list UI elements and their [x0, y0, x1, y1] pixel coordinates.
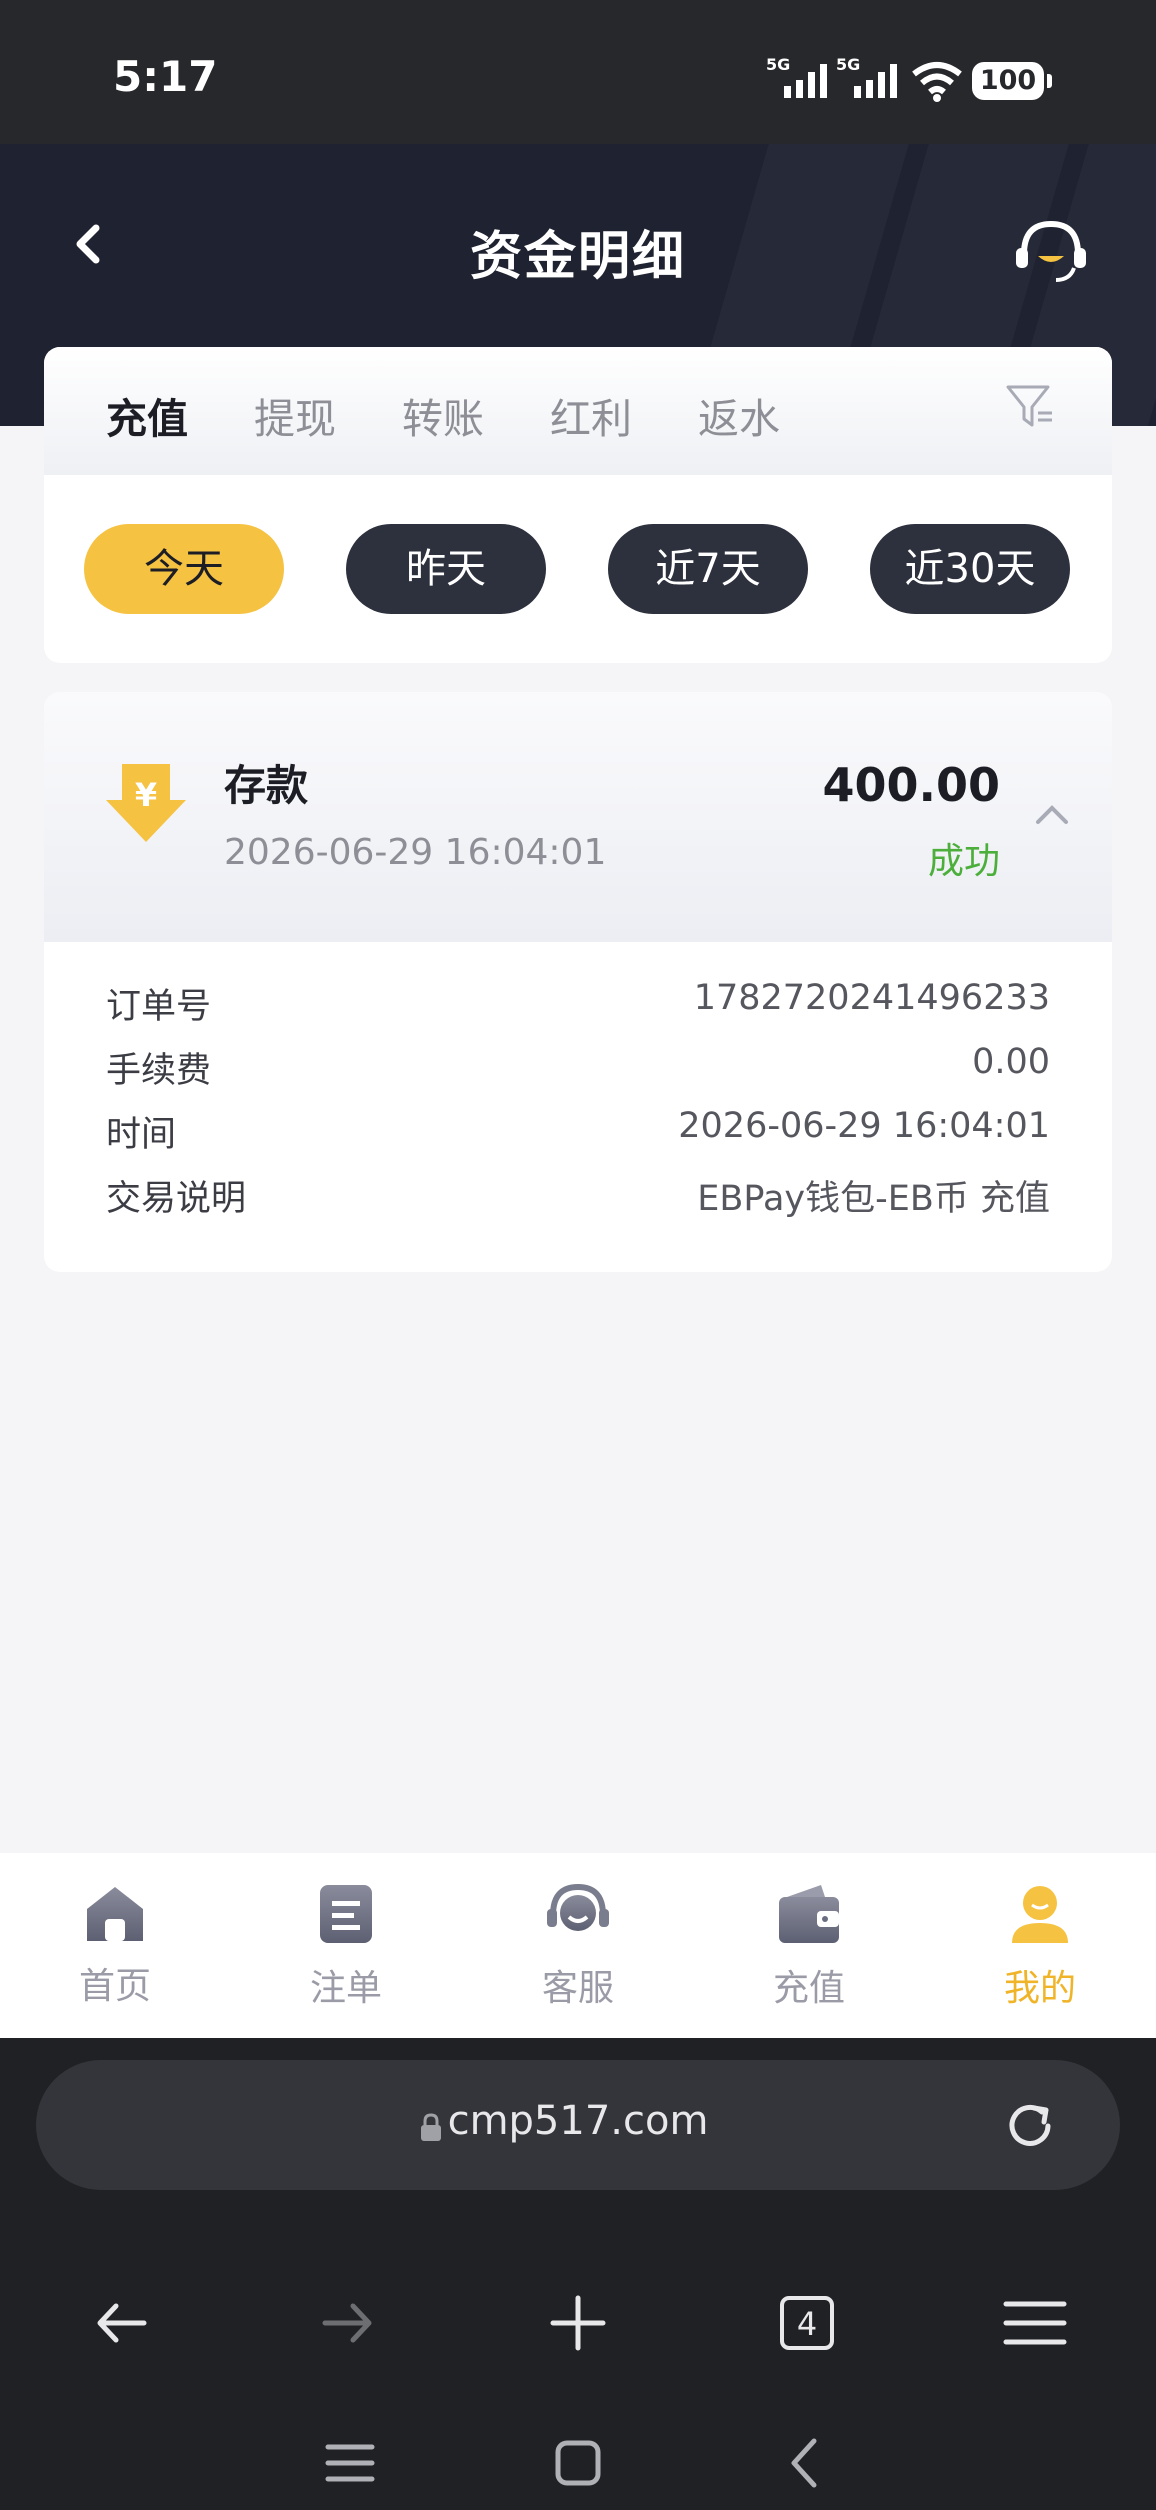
- detail-value: EBPay钱包-EB币 充值: [697, 1179, 1050, 1219]
- nav-item-support[interactable]: 客服: [503, 1883, 653, 2011]
- chevron-up-icon[interactable]: [1034, 802, 1070, 826]
- record-summary[interactable]: ¥ 存款 2026-06-29 16:04:01 400.00 成功: [44, 692, 1112, 942]
- address-bar[interactable]: cmp517.com: [36, 2060, 1120, 2190]
- nav-label-profile: 我的: [1003, 1968, 1076, 2009]
- date-filter-30days[interactable]: 近30天: [870, 524, 1070, 614]
- nav-item-recharge[interactable]: 充值: [734, 1883, 884, 2011]
- date-filter-7days[interactable]: 近7天: [608, 524, 808, 614]
- detail-label: 交易说明: [106, 1179, 247, 1219]
- nav-item-bets[interactable]: 注单: [271, 1883, 421, 2011]
- bets-icon: [320, 1885, 372, 1943]
- support-icon: [547, 1883, 609, 1931]
- wallet-icon: [779, 1885, 839, 1943]
- tab-recharge[interactable]: 充值: [106, 385, 188, 445]
- detail-label: 时间: [106, 1115, 177, 1155]
- signal-icon: 5G: [766, 56, 827, 98]
- system-back-icon[interactable]: [776, 2433, 836, 2493]
- nav-item-profile[interactable]: 我的: [965, 1883, 1115, 2011]
- menu-icon[interactable]: [1000, 2288, 1070, 2358]
- battery-icon: 100: [972, 62, 1052, 100]
- new-tab-icon[interactable]: [543, 2288, 613, 2358]
- status-bar: 5:17 5G 5G 100: [0, 0, 1156, 144]
- detail-label: 订单号: [106, 987, 212, 1027]
- tab-transfer[interactable]: 转账: [402, 385, 484, 445]
- date-filter-yesterday[interactable]: 昨天: [346, 524, 546, 614]
- browser-forward-icon[interactable]: [313, 2288, 383, 2358]
- detail-time: 时间 2026-06-29 16:04:01: [106, 1106, 1050, 1162]
- category-tabs: 充值 提现 转账 红利 返水: [44, 347, 1112, 475]
- tab-bonus[interactable]: 红利: [550, 385, 632, 445]
- detail-label: 手续费: [106, 1051, 212, 1091]
- reload-icon[interactable]: [1002, 2098, 1058, 2154]
- status-time: 5:17: [113, 52, 218, 101]
- nav-label-bets: 注单: [309, 1968, 382, 2009]
- deposit-icon: ¥: [106, 764, 186, 842]
- detail-fee: 手续费 0.00: [106, 1042, 1050, 1098]
- detail-value: 1782720241496233: [693, 978, 1050, 1018]
- nav-label-support: 客服: [541, 1968, 614, 2009]
- tab-rebate[interactable]: 返水: [698, 385, 780, 445]
- svg-text:¥: ¥: [135, 776, 157, 814]
- system-home-icon[interactable]: [548, 2433, 608, 2493]
- date-filter-today[interactable]: 今天: [84, 524, 284, 614]
- transaction-record: ¥ 存款 2026-06-29 16:04:01 400.00 成功 订单号 1…: [44, 692, 1112, 1272]
- detail-value: 0.00: [972, 1042, 1050, 1082]
- wifi-icon: [912, 62, 962, 102]
- browser-toolbar: cmp517.com 4: [0, 2038, 1156, 2510]
- nav-label-recharge: 充值: [772, 1968, 845, 2009]
- detail-value: 2026-06-29 16:04:01: [678, 1106, 1050, 1146]
- tabs-count-icon[interactable]: 4: [772, 2288, 842, 2358]
- browser-back-icon[interactable]: [86, 2288, 156, 2358]
- nav-label-home: 首页: [78, 1966, 151, 2007]
- profile-icon: [1012, 1886, 1068, 1943]
- bottom-nav: 首页 注单 客服 充值 我的: [0, 1853, 1156, 2038]
- nav-item-home[interactable]: 首页: [40, 1883, 190, 2009]
- page-title: 资金明细: [469, 227, 686, 287]
- signal-icon-2: 5G: [836, 56, 897, 98]
- detail-description: 交易说明 EBPay钱包-EB币 充值: [106, 1170, 1050, 1226]
- svg-text:5G: 5G: [836, 56, 860, 74]
- record-amount: 400.00: [822, 758, 1000, 812]
- filter-card: 充值 提现 转账 红利 返水 今天 昨天 近7天 近30天: [44, 347, 1112, 663]
- tab-withdraw[interactable]: 提现: [254, 385, 336, 445]
- filter-icon[interactable]: [1004, 381, 1056, 433]
- svg-text:5G: 5G: [766, 56, 790, 74]
- system-recents-icon[interactable]: [320, 2433, 380, 2493]
- record-status: 成功: [927, 841, 1000, 882]
- record-time: 2026-06-29 16:04:01: [224, 832, 607, 873]
- record-type: 存款: [224, 761, 309, 810]
- url-text: cmp517.com: [447, 2098, 709, 2144]
- svg-text:4: 4: [797, 2305, 817, 2343]
- customer-service-icon[interactable]: [1012, 216, 1090, 288]
- home-icon: [87, 1887, 143, 1941]
- detail-order-number: 订单号 1782720241496233: [106, 978, 1050, 1034]
